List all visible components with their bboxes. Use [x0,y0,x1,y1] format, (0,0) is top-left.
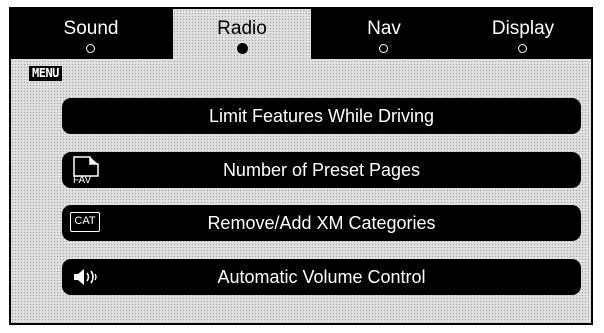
speaker-volume-icon [72,268,106,286]
limit-features-label: Limit Features While Driving [208,105,435,126]
remove-add-xm-categories-label: Remove/Add XM Categories [207,212,436,233]
fav-page-icon: FAV [72,156,102,186]
automatic-volume-control-button[interactable]: Automatic Volume Control [62,259,581,295]
tab-indicator-dot [86,44,95,53]
cat-icon: CAT [70,212,100,232]
tab-indicator-dot [379,44,388,53]
remove-add-xm-categories-button[interactable]: CAT Remove/Add XM Categories [62,205,581,241]
tab-radio-label: Radio [217,18,267,39]
tab-bar: Sound Radio Nav Display [11,9,591,59]
radio-menu-screen: Sound Radio Nav Display MENU Limit Featu… [9,7,593,325]
tab-radio[interactable]: Radio [171,9,313,59]
menu-badge: MENU [29,66,62,81]
number-of-preset-pages-button[interactable]: FAV Number of Preset Pages [62,152,581,188]
number-of-preset-pages-label: Number of Preset Pages [222,159,421,180]
tab-display[interactable]: Display [455,9,591,57]
tab-display-label: Display [491,18,555,39]
fav-icon-text: FAV [73,175,92,186]
limit-features-button[interactable]: Limit Features While Driving [62,98,581,134]
tab-indicator-dot-active [237,43,248,54]
tab-sound-label: Sound [63,18,119,39]
tab-sound[interactable]: Sound [11,9,171,57]
automatic-volume-control-label: Automatic Volume Control [217,266,426,287]
tab-nav-label: Nav [367,18,401,39]
tab-indicator-dot [518,44,527,53]
tab-nav[interactable]: Nav [313,9,455,57]
